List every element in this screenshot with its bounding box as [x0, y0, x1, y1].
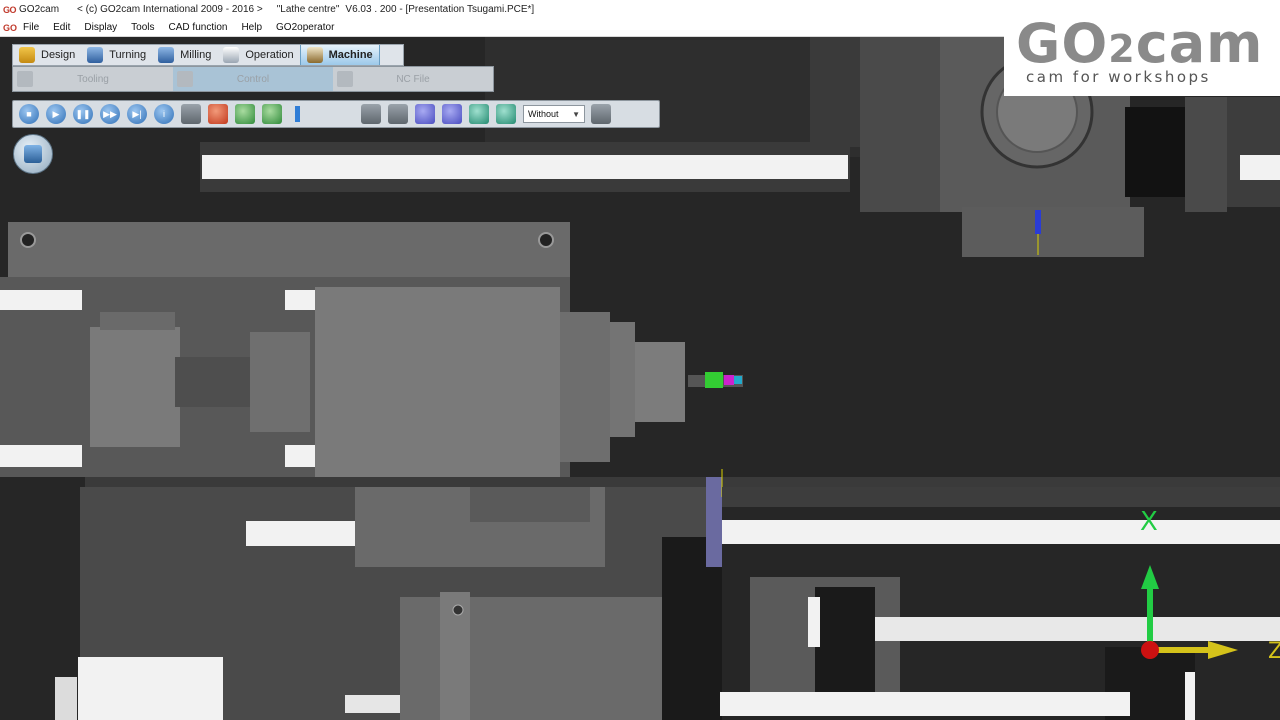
machine-view-icon[interactable] [469, 104, 489, 124]
logo-tagline: cam for workshops [1026, 68, 1211, 86]
milling-icon [158, 47, 175, 63]
subtab-nc-file-label: NC File [396, 73, 430, 85]
speed-gauge-icon[interactable] [235, 104, 255, 124]
subtab-tooling[interactable]: Tooling [13, 67, 173, 91]
tooling-icon [17, 71, 33, 87]
machine-viewport[interactable]: X Z [0, 37, 1280, 720]
step-end-icon[interactable]: ▶| [127, 104, 147, 124]
machine-view-button-icon [24, 145, 42, 163]
nc-file-icon [337, 71, 353, 87]
tab-milling[interactable]: Milling [152, 45, 217, 65]
control-icon [177, 71, 193, 87]
stock-solid-icon[interactable] [361, 104, 381, 124]
logo-go: GO [1016, 12, 1109, 75]
menu-help[interactable]: Help [241, 22, 262, 33]
x-axis-label: X [1140, 507, 1158, 537]
part-view-icon[interactable] [415, 104, 435, 124]
stock-wire-icon[interactable] [388, 104, 408, 124]
menu-tools[interactable]: Tools [131, 22, 154, 33]
logo-cam: cam [1135, 12, 1264, 75]
tab-machine-label: Machine [328, 49, 373, 61]
copyright-text: < (c) GO2cam International 2009 - 2016 > [77, 4, 263, 15]
tab-operation-label: Operation [245, 49, 294, 61]
subtab-tooling-label: Tooling [77, 73, 109, 85]
speed-slider-knob[interactable] [295, 106, 300, 122]
step-forward-icon[interactable]: ▶▶ [100, 104, 120, 124]
machine-view-button[interactable] [13, 134, 53, 174]
app-name: GO2cam [19, 4, 60, 15]
menu-cad-function[interactable]: CAD function [169, 22, 228, 33]
info-icon[interactable]: i [154, 104, 174, 124]
menu-file[interactable]: File [23, 22, 39, 33]
equalizer-icon[interactable] [181, 104, 201, 124]
view-mode-value: Without [528, 109, 559, 119]
menu-edit[interactable]: Edit [53, 22, 70, 33]
tab-milling-label: Milling [180, 49, 212, 61]
play-icon[interactable]: ▶ [46, 104, 66, 124]
machine-name: "Lathe centre" [276, 4, 340, 15]
simulation-toolbar: ■ ▶ ❚❚ ▶▶ ▶| i Without ▼ [12, 100, 660, 128]
ribbon-tabs: Design Turning Milling Operation Machine [12, 44, 404, 66]
app-logo-icon: GO [3, 4, 17, 15]
pause-icon[interactable]: ❚❚ [73, 104, 93, 124]
tab-design[interactable]: Design [13, 45, 81, 65]
chevron-down-icon: ▼ [572, 109, 580, 119]
logo-two: 2 [1108, 27, 1136, 71]
machine-subtabs: Tooling Control NC File [12, 66, 494, 92]
stop-icon[interactable]: ■ [19, 104, 39, 124]
menu-display[interactable]: Display [84, 22, 117, 33]
collision-icon[interactable] [208, 104, 228, 124]
transparency-icon[interactable] [442, 104, 462, 124]
z-axis-label: Z [1268, 639, 1280, 664]
toolpath-icon[interactable] [262, 104, 282, 124]
menu-logo-icon[interactable]: GO [3, 23, 17, 33]
subtab-control-label: Control [236, 73, 270, 85]
tab-turning-label: Turning [109, 49, 147, 61]
tab-operation[interactable]: Operation [217, 45, 299, 65]
screenshot-icon[interactable] [591, 104, 611, 124]
go2cam-logo: GO2cam cam for workshops [1004, 12, 1280, 96]
subtab-nc-file[interactable]: NC File [333, 67, 493, 91]
version-text: V6.03 . 200 - [Presentation Tsugami.PCE*… [345, 4, 535, 15]
operation-icon [223, 47, 240, 63]
design-icon [19, 47, 35, 63]
tab-machine[interactable]: Machine [299, 45, 380, 65]
machine-icon [306, 47, 323, 63]
subtab-control[interactable]: Control [173, 67, 333, 91]
tab-design-label: Design [41, 49, 76, 61]
turning-icon [87, 47, 104, 63]
view-mode-select[interactable]: Without ▼ [523, 105, 585, 123]
refresh-view-icon[interactable] [496, 104, 516, 124]
speed-slider[interactable] [289, 104, 355, 124]
tab-turning[interactable]: Turning [81, 45, 152, 65]
menu-go2operator[interactable]: GO2operator [276, 22, 334, 33]
lathe-scene [0, 37, 1280, 720]
